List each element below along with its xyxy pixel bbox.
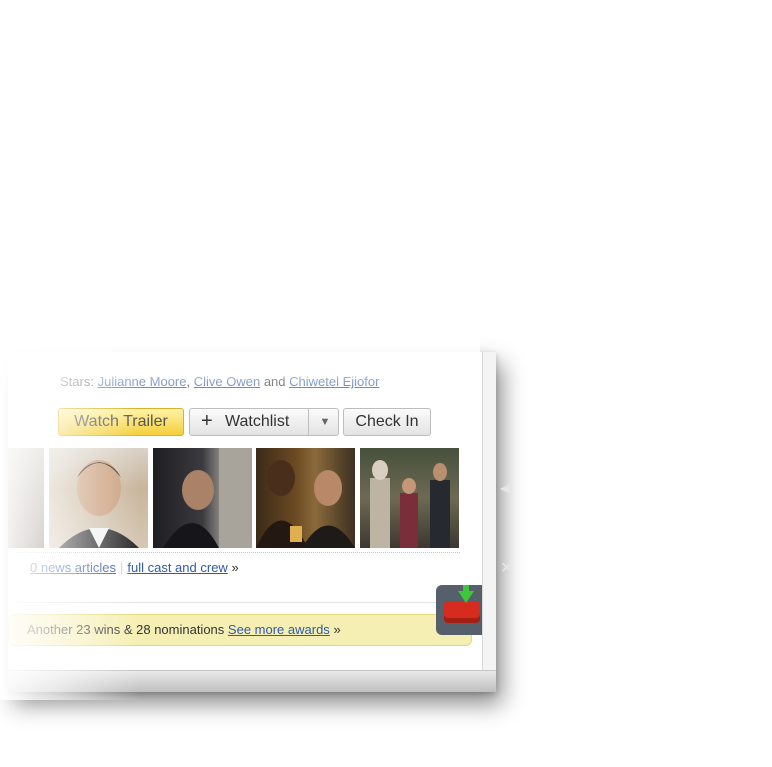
cast-arrow: » (231, 560, 239, 575)
awards-arrow: » (333, 622, 341, 637)
movie-details-panel: Stars: Julianne Moore, Clive Owen and Ch… (8, 352, 496, 692)
download-arrow-icon (458, 591, 474, 603)
photo-group-room[interactable] (360, 448, 459, 548)
watch-trailer-button[interactable]: Watch Trailer (58, 408, 184, 436)
photo-partial[interactable] (8, 448, 44, 548)
actor-link-clive-owen[interactable]: Clive Owen (194, 374, 260, 389)
watchlist-label: Watchlist (225, 413, 290, 430)
awards-bar: Another 23 wins & 28 nominations See mor… (8, 614, 472, 646)
actor-link-julianne-moore[interactable]: Julianne Moore (98, 374, 187, 389)
actor-link-chiwetel-ejiofor[interactable]: Chiwetel Ejiofor (289, 374, 379, 389)
chevron-down-icon[interactable]: ▼ (313, 409, 337, 435)
awards-text: Another 23 wins & 28 nominations (27, 622, 225, 637)
group-figures (370, 460, 450, 548)
news-articles-link[interactable]: 0 news articles (30, 560, 116, 575)
panel-bottom-bar (8, 670, 496, 692)
photo-strip (8, 448, 468, 548)
links-row: 0 news articles | full cast and crew » (30, 560, 239, 575)
pub-figures (256, 460, 355, 548)
check-in-button[interactable]: Check In (343, 408, 431, 436)
wall-figure (163, 448, 252, 548)
sofa-icon (444, 601, 480, 623)
divider-dotted (16, 552, 460, 553)
panel-content: Stars: Julianne Moore, Clive Owen and Ch… (8, 352, 483, 671)
and-text: and (263, 374, 286, 389)
photo-clive-owen-portrait[interactable] (49, 448, 148, 548)
watchlist-divider (308, 409, 309, 435)
see-more-awards-link[interactable]: See more awards (228, 622, 330, 637)
stars-row: Stars: Julianne Moore, Clive Owen and Ch… (60, 374, 380, 389)
download-extension-button[interactable] (436, 585, 482, 635)
photo-two-men-pub[interactable] (256, 448, 355, 548)
full-cast-link[interactable]: full cast and crew (127, 560, 227, 575)
divider-line (16, 602, 474, 603)
watchlist-button[interactable]: + Watchlist ▼ (189, 408, 339, 436)
portrait-figure (59, 460, 139, 548)
expand-icon: ✕ (500, 560, 514, 577)
left-arrow-icon: ◀ (500, 480, 513, 497)
stars-label: Stars: (60, 374, 94, 389)
photo-hiding-behind-wall[interactable] (153, 448, 252, 548)
plus-icon: + (201, 410, 213, 432)
